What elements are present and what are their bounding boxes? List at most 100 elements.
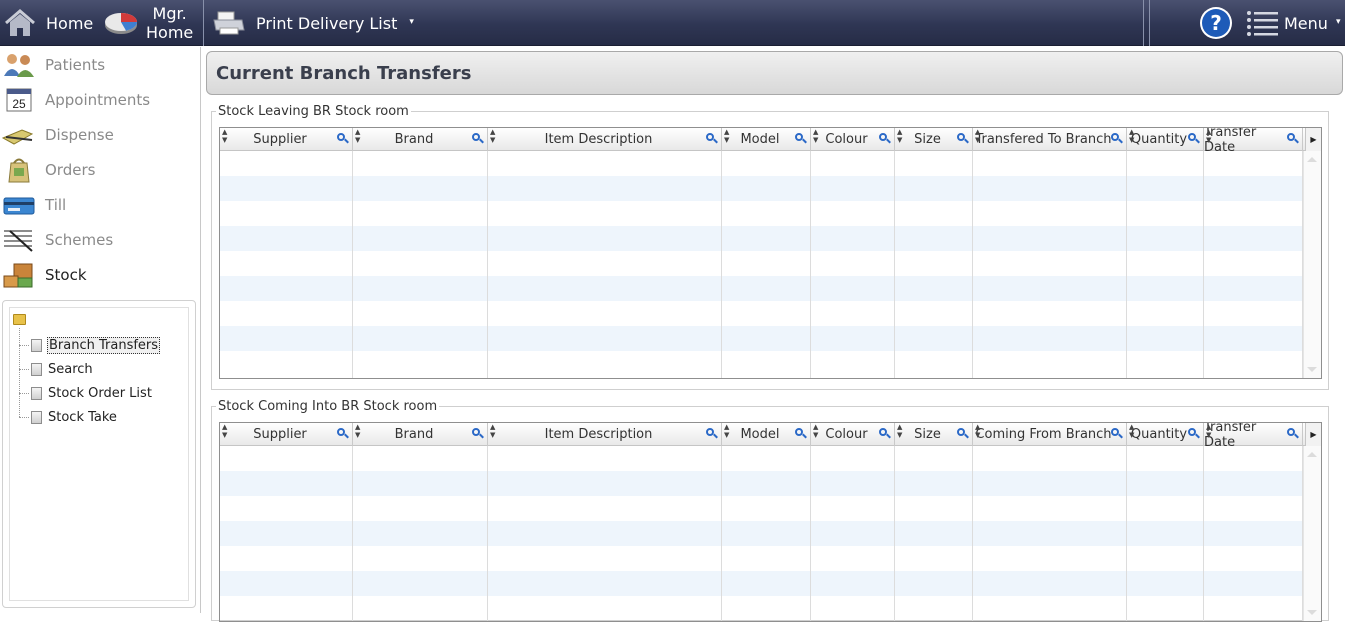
table-row[interactable] <box>220 546 1303 571</box>
column-header[interactable]: ▲ ▼ Brand <box>353 128 488 151</box>
column-header[interactable]: ▲ ▼ Quantity <box>1127 128 1204 151</box>
table-row[interactable] <box>220 596 1303 621</box>
table-row[interactable] <box>220 446 1303 471</box>
tree-connector <box>19 344 29 346</box>
column-header[interactable]: ▲ ▼ Supplier <box>220 423 353 446</box>
column-header[interactable]: ▲ ▼ Item Description <box>488 128 722 151</box>
table-row[interactable] <box>220 521 1303 546</box>
search-icon[interactable] <box>706 428 718 439</box>
sort-icon[interactable]: ▲ ▼ <box>490 423 495 439</box>
scroll-right-icon[interactable]: ▶ <box>1305 128 1321 151</box>
column-header[interactable]: ▲ ▼ Colour <box>811 423 895 446</box>
column-header[interactable]: ▲ ▼ Supplier <box>220 128 353 151</box>
manager-home-button[interactable]: Mgr. Home <box>104 0 193 46</box>
sidebar-item-dispense[interactable]: Dispense <box>0 117 200 152</box>
sort-icon[interactable]: ▲ ▼ <box>1206 423 1211 439</box>
scroll-right-icon[interactable]: ▶ <box>1305 423 1321 446</box>
table-row[interactable] <box>220 351 1303 376</box>
vertical-scrollbar[interactable] <box>1303 151 1321 378</box>
table-row[interactable] <box>220 326 1303 351</box>
print-delivery-list-button[interactable]: Print Delivery List ▾ <box>212 0 414 46</box>
tree-item-branch-transfers[interactable]: Branch Transfers <box>19 335 161 355</box>
search-icon[interactable] <box>879 428 891 439</box>
sort-icon[interactable]: ▲ ▼ <box>975 128 980 144</box>
search-icon[interactable] <box>1287 133 1299 144</box>
sort-icon[interactable]: ▲ ▼ <box>724 128 729 144</box>
search-icon[interactable] <box>337 428 349 439</box>
sort-icon[interactable]: ▲ ▼ <box>1206 128 1211 144</box>
sort-icon[interactable]: ▲ ▼ <box>813 423 818 439</box>
column-header[interactable]: ▲ ▼ Model <box>722 128 811 151</box>
column-header[interactable]: ▲ ▼ Transfered To Branch <box>973 128 1127 151</box>
sort-icon[interactable]: ▲ ▼ <box>897 128 902 144</box>
sidebar-item-patients[interactable]: Patients <box>0 47 200 82</box>
stock-leaving-grid[interactable]: ▲ ▼ Supplier ▲ ▼ Brand ▲ ▼ Item Description ▲ ▼ Mod… <box>219 127 1322 379</box>
search-icon[interactable] <box>879 133 891 144</box>
tree-item-stock-take[interactable]: Stock Take <box>19 407 118 427</box>
table-row[interactable] <box>220 251 1303 276</box>
sort-icon[interactable]: ▲ ▼ <box>813 128 818 144</box>
sort-icon[interactable]: ▲ ▼ <box>222 423 227 439</box>
sidebar-item-stock[interactable]: Stock <box>0 257 200 292</box>
search-icon[interactable] <box>1287 428 1299 439</box>
scroll-up-icon[interactable] <box>1307 452 1317 457</box>
table-row[interactable] <box>220 496 1303 521</box>
search-icon[interactable] <box>795 428 807 439</box>
tree-item-stock-order-list[interactable]: Stock Order List <box>19 383 153 403</box>
column-header[interactable]: ▲ ▼ Size <box>895 128 973 151</box>
table-row[interactable] <box>220 151 1303 176</box>
grid-rows <box>220 446 1303 621</box>
sidebar-item-till[interactable]: Till <box>0 187 200 222</box>
search-icon[interactable] <box>1111 428 1123 439</box>
sort-icon[interactable]: ▲ ▼ <box>724 423 729 439</box>
search-icon[interactable] <box>472 428 484 439</box>
search-icon[interactable] <box>472 133 484 144</box>
column-header[interactable]: ▲ ▼ Item Description <box>488 423 722 446</box>
sidebar-item-schemes[interactable]: Schemes <box>0 222 200 257</box>
column-header[interactable]: ▲ ▼ Colour <box>811 128 895 151</box>
menu-button[interactable]: Menu ▾ <box>1246 0 1340 46</box>
table-row[interactable] <box>220 571 1303 596</box>
search-icon[interactable] <box>795 133 807 144</box>
home-button[interactable]: Home <box>4 0 93 46</box>
help-button[interactable]: ? <box>1200 0 1232 46</box>
column-header[interactable]: ▲ ▼ Transfer Date <box>1204 423 1303 450</box>
sort-icon[interactable]: ▲ ▼ <box>222 128 227 144</box>
column-header[interactable]: ▲ ▼ Quantity <box>1127 423 1204 446</box>
scroll-down-icon[interactable] <box>1307 367 1317 372</box>
sort-icon[interactable]: ▲ ▼ <box>1129 128 1134 144</box>
column-header[interactable]: ▲ ▼ Model <box>722 423 811 446</box>
scroll-up-icon[interactable] <box>1307 157 1317 162</box>
search-icon[interactable] <box>1188 428 1200 439</box>
sort-icon[interactable]: ▲ ▼ <box>897 423 902 439</box>
sidebar-item-appointments[interactable]: 25 Appointments <box>0 82 200 117</box>
column-header[interactable]: ▲ ▼ Brand <box>353 423 488 446</box>
table-row[interactable] <box>220 226 1303 251</box>
tree-item-search[interactable]: Search <box>19 359 94 379</box>
column-header[interactable]: ▲ ▼ Coming From Branch <box>973 423 1127 446</box>
folder-icon[interactable] <box>13 314 26 325</box>
chevron-down-icon[interactable]: ▾ <box>409 17 414 27</box>
search-icon[interactable] <box>957 428 969 439</box>
sort-icon[interactable]: ▲ ▼ <box>975 423 980 439</box>
table-row[interactable] <box>220 201 1303 226</box>
sort-icon[interactable]: ▲ ▼ <box>355 128 360 144</box>
search-icon[interactable] <box>337 133 349 144</box>
column-header[interactable]: ▲ ▼ Size <box>895 423 973 446</box>
sort-icon[interactable]: ▲ ▼ <box>490 128 495 144</box>
table-row[interactable] <box>220 301 1303 326</box>
table-row[interactable] <box>220 471 1303 496</box>
stock-coming-grid[interactable]: ▲ ▼ Supplier ▲ ▼ Brand ▲ ▼ Item Description ▲ ▼ Mod… <box>219 422 1322 622</box>
table-row[interactable] <box>220 176 1303 201</box>
vertical-scrollbar[interactable] <box>1303 446 1321 621</box>
sidebar-item-orders[interactable]: Orders <box>0 152 200 187</box>
sort-icon[interactable]: ▲ ▼ <box>355 423 360 439</box>
page-title: Current Branch Transfers <box>206 51 1343 95</box>
search-icon[interactable] <box>957 133 969 144</box>
search-icon[interactable] <box>1188 133 1200 144</box>
search-icon[interactable] <box>1111 133 1123 144</box>
table-row[interactable] <box>220 276 1303 301</box>
column-header[interactable]: ▲ ▼ Transfer Date <box>1204 128 1303 155</box>
search-icon[interactable] <box>706 133 718 144</box>
sort-icon[interactable]: ▲ ▼ <box>1129 423 1134 439</box>
